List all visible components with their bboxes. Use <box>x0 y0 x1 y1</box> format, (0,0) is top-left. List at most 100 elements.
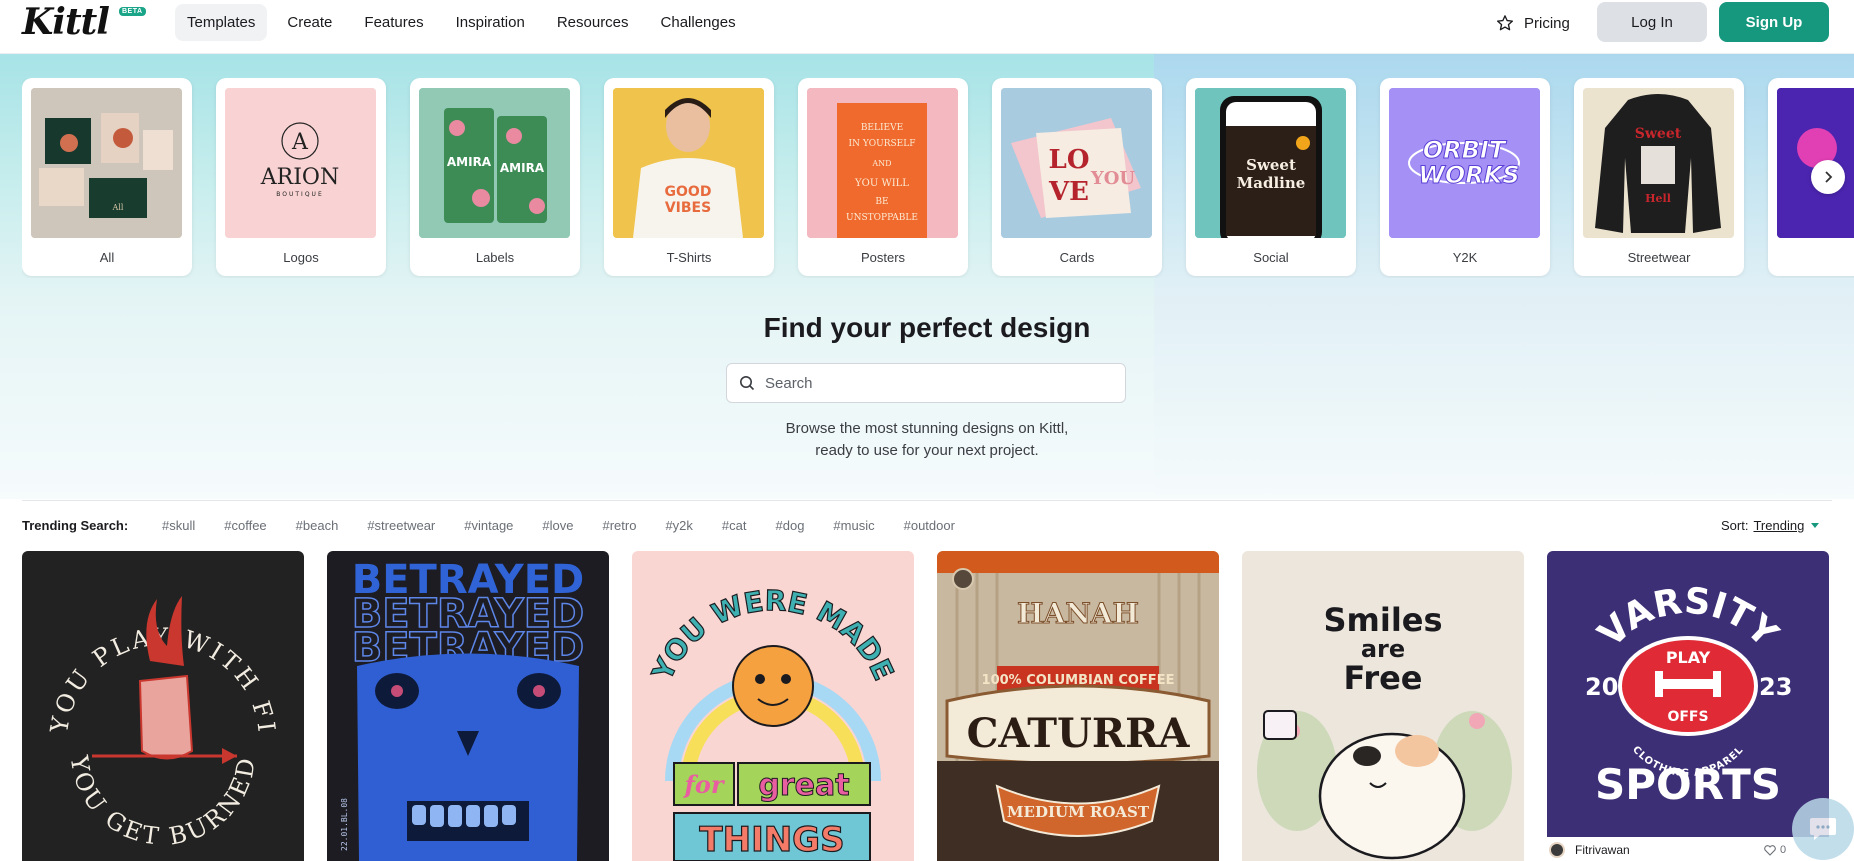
free-text: Free <box>1344 659 1423 697</box>
pricing-link[interactable]: Pricing <box>1490 10 1576 36</box>
category-label-logos: Logos <box>283 250 319 265</box>
great-text: great <box>758 768 849 803</box>
great-things-design: YOU WERE MADE for great THINGS <box>632 551 914 861</box>
tag-dog[interactable]: #dog <box>776 518 805 533</box>
betrayed-skull-design: BETRAYED BETRAYED BETRAYED 22.01.BL.08 <box>327 551 609 861</box>
nav-features[interactable]: Features <box>352 4 435 41</box>
chevron-right-icon <box>1825 171 1833 183</box>
svg-text:ORBIT: ORBIT <box>1423 136 1507 164</box>
tag-vintage[interactable]: #vintage <box>464 518 513 533</box>
category-thumb-all: All <box>31 88 182 238</box>
svg-text:WORKS: WORKS <box>1418 161 1519 189</box>
nav-templates[interactable]: Templates <box>175 3 268 41</box>
carousel-next-button[interactable] <box>1811 160 1845 194</box>
tag-y2k[interactable]: #y2k <box>665 518 692 533</box>
category-thumb-streetwear: Sweet Hell <box>1583 88 1734 238</box>
betrayed-code-text: 22.01.BL.08 <box>340 798 349 851</box>
category-card-tshirts[interactable]: GOOD VIBES T-Shirts <box>604 78 774 276</box>
varsity-sports-design: VARSITY 20 23 PLAY OFFS CLOTHING APPAREL… <box>1547 551 1829 837</box>
tag-cat[interactable]: #cat <box>722 518 747 533</box>
category-card-y2k[interactable]: ORBIT WORKS Y2K <box>1380 78 1550 276</box>
category-card-cards[interactable]: LO VE YOU Cards <box>992 78 1162 276</box>
tag-coffee[interactable]: #coffee <box>224 518 266 533</box>
heart-icon <box>1764 844 1776 856</box>
chat-widget-button[interactable] <box>1792 798 1854 860</box>
category-card-social[interactable]: Sweet Madline Social <box>1186 78 1356 276</box>
arion-logo-image: A ARION BOUTIQUE <box>225 88 376 238</box>
category-label-cards: Cards <box>1059 250 1095 265</box>
category-card-posters[interactable]: BELIEVE IN YOURSELF AND YOU WILL BE UNST… <box>798 78 968 276</box>
phone-mockup-image: Sweet Madline <box>1195 88 1346 238</box>
chat-icon <box>1810 818 1836 840</box>
category-thumb-social: Sweet Madline <box>1195 88 1346 238</box>
svg-text:Madline: Madline <box>1237 174 1306 192</box>
tag-skull[interactable]: #skull <box>162 518 195 533</box>
category-thumb-labels: AMIRA AMIRA <box>419 88 570 238</box>
smiles-text: Smiles <box>1323 601 1442 639</box>
nav-create[interactable]: Create <box>275 4 344 41</box>
svg-text:AND: AND <box>871 159 891 168</box>
offs-text: OFFS <box>1667 709 1708 725</box>
svg-text:GOOD: GOOD <box>665 184 712 200</box>
category-card-streetwear[interactable]: Sweet Hell Streetwear <box>1574 78 1744 276</box>
search-box[interactable] <box>726 363 1126 403</box>
design-author[interactable]: Fitrivawan <box>1549 842 1630 858</box>
svg-text:A: A <box>291 130 309 155</box>
sort-value[interactable]: Trending <box>1753 518 1804 533</box>
amira-text-1: AMIRA <box>447 155 492 169</box>
like-counter[interactable]: 0 <box>1764 844 1786 856</box>
design-card-fire[interactable]: IF YOU PLAY WITH FIRE YOU GET BURNED <box>22 551 304 861</box>
category-carousel: All All A ARION BOUTIQUE Logos AMIRA AMI… <box>22 78 1854 278</box>
tag-streetwear[interactable]: #streetwear <box>367 518 435 533</box>
category-card-all[interactable]: All All <box>22 78 192 276</box>
svg-text:BELIEVE: BELIEVE <box>861 123 903 133</box>
svg-text:VIBES: VIBES <box>665 200 711 216</box>
tag-music[interactable]: #music <box>833 518 874 533</box>
subtitle-line-1: Browse the most stunning designs on Kitt… <box>785 420 1069 437</box>
svg-text:UNSTOPPABLE: UNSTOPPABLE <box>846 213 918 223</box>
main-nav: Templates Create Features Inspiration Re… <box>175 0 756 44</box>
category-thumb-partial <box>1777 88 1854 238</box>
search-icon <box>740 376 755 391</box>
nav-challenges[interactable]: Challenges <box>649 4 748 41</box>
smiles-cat-design: Smiles are Free <box>1242 551 1524 861</box>
pricing-label: Pricing <box>1524 14 1570 32</box>
amira-pouch-image: AMIRA AMIRA <box>419 88 570 238</box>
svg-text:BE: BE <box>875 197 888 207</box>
top-header: Kittl BETA Templates Create Features Ins… <box>0 0 1854 54</box>
fire-hand-design: IF YOU PLAY WITH FIRE YOU GET BURNED <box>22 551 304 861</box>
tag-beach[interactable]: #beach <box>296 518 339 533</box>
design-card-caturra[interactable]: HANAH 100% COLUMBIAN COFFEE CATURRA MEDI… <box>937 551 1219 861</box>
tag-love[interactable]: #love <box>542 518 573 533</box>
sort-control[interactable]: Sort: Trending <box>1721 518 1820 533</box>
category-label-tshirts: T-Shirts <box>666 250 712 265</box>
for-text: for <box>683 770 726 799</box>
tag-retro[interactable]: #retro <box>602 518 636 533</box>
category-card-labels[interactable]: AMIRA AMIRA Labels <box>410 78 580 276</box>
purple-art-image <box>1777 88 1854 238</box>
category-label-y2k: Y2K <box>1452 250 1478 265</box>
nav-resources[interactable]: Resources <box>545 4 641 41</box>
svg-text:Hell: Hell <box>1645 192 1671 205</box>
svg-text:YOU WILL: YOU WILL <box>854 178 909 189</box>
trending-tags: #skull #coffee #beach #streetwear #vinta… <box>162 518 984 533</box>
design-card-betrayed[interactable]: BETRAYED BETRAYED BETRAYED 22.01.BL.08 <box>327 551 609 861</box>
star-icon <box>1496 15 1514 31</box>
tag-outdoor[interactable]: #outdoor <box>904 518 955 533</box>
design-card-smiles[interactable]: Smiles are Free <box>1242 551 1524 861</box>
category-thumb-cards: LO VE YOU <box>1001 88 1152 238</box>
signup-button[interactable]: Sign Up <box>1719 2 1829 42</box>
things-text: THINGS <box>699 820 844 860</box>
search-input[interactable] <box>765 374 1105 392</box>
stationery-caption: All <box>112 203 124 212</box>
kittl-logo[interactable]: Kittl BETA <box>22 0 146 44</box>
beta-badge: BETA <box>119 7 146 16</box>
svg-text:VE: VE <box>1048 177 1089 207</box>
svg-text:Sweet: Sweet <box>1246 156 1296 174</box>
category-card-logos[interactable]: A ARION BOUTIQUE Logos <box>216 78 386 276</box>
roast-text: MEDIUM ROAST <box>1007 803 1150 821</box>
design-card-great-things[interactable]: YOU WERE MADE for great THINGS <box>632 551 914 861</box>
login-button[interactable]: Log In <box>1597 2 1707 42</box>
nav-inspiration[interactable]: Inspiration <box>444 4 537 41</box>
design-card-varsity[interactable]: VARSITY 20 23 PLAY OFFS CLOTHING APPAREL… <box>1547 551 1829 837</box>
